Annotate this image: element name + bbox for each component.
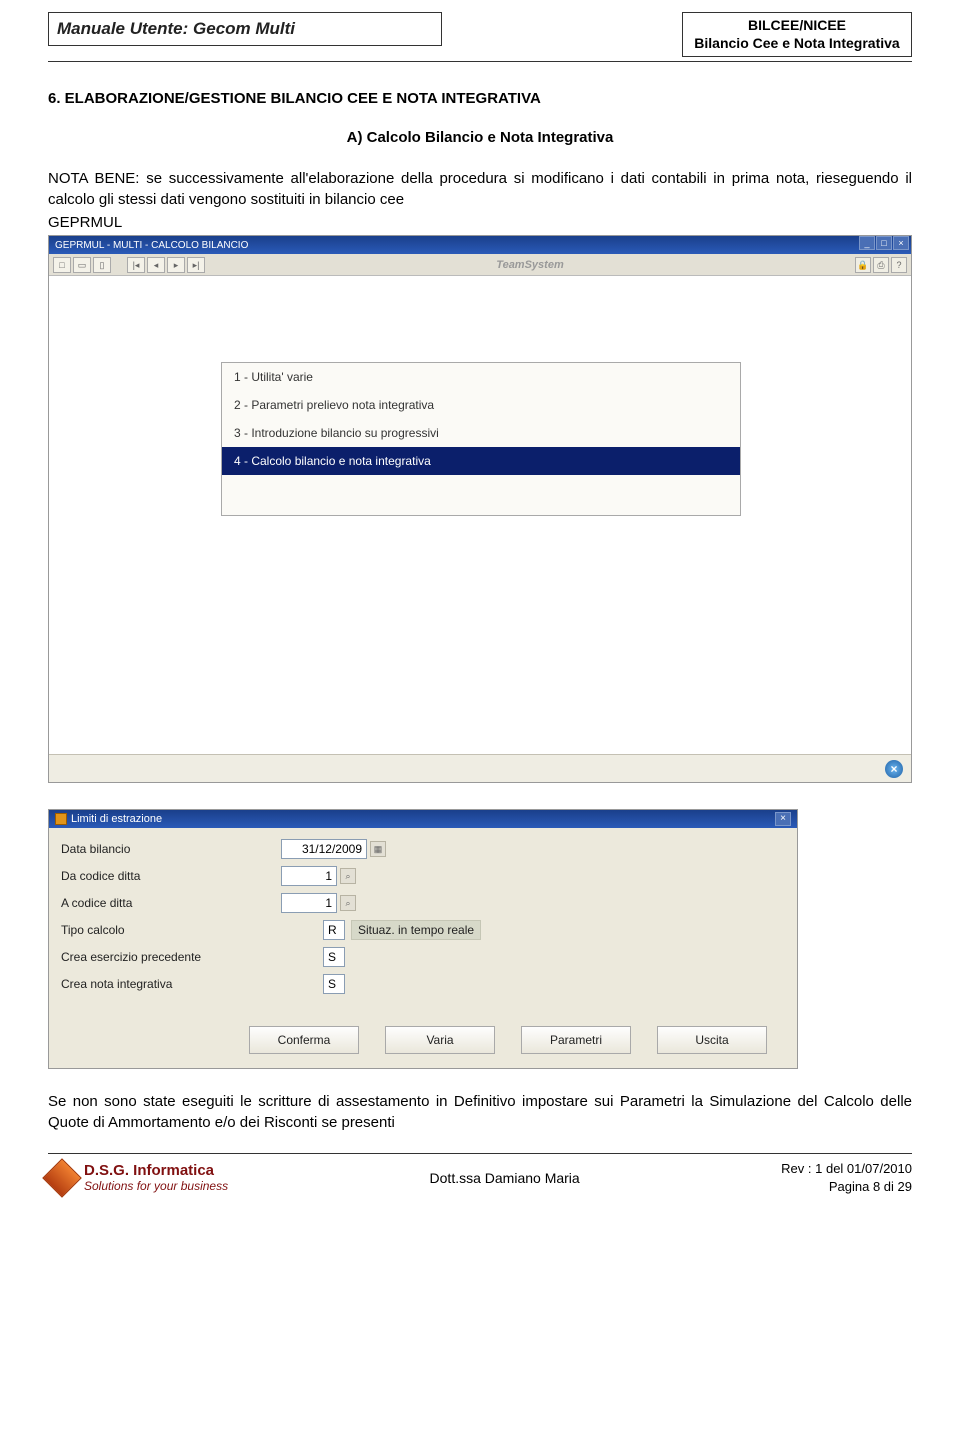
note-paragraph: NOTA BENE: se successivamente all'elabor… — [48, 168, 912, 210]
header-right: BILCEE/NICEE Bilancio Cee e Nota Integra… — [682, 12, 912, 57]
logo-text-sub: Solutions for your business — [84, 1180, 228, 1193]
page-footer: D.S.G. Informatica Solutions for your bu… — [0, 1160, 960, 1206]
dialog-titlebar: Limiti di estrazione × — [49, 810, 797, 828]
window-titlebar: GEPRMUL - MULTI - CALCOLO BILANCIO _ □ × — [49, 236, 911, 254]
hdr-desc: Bilancio Cee e Nota Integrativa — [689, 35, 905, 53]
header-left: Manuale Utente: Gecom Multi — [48, 12, 442, 46]
logo-text-main: D.S.G. Informatica — [84, 1163, 228, 1180]
to-code-label: A codice ditta — [61, 896, 281, 910]
dialog-title: Limiti di estrazione — [71, 813, 162, 825]
uscita-button[interactable]: Uscita — [657, 1026, 767, 1054]
from-code-label: Da codice ditta — [61, 869, 281, 883]
menu-spacer — [222, 475, 740, 515]
nav-first-icon[interactable]: |◂ — [127, 257, 145, 273]
manual-title: Manuale Utente: Gecom Multi — [57, 19, 295, 38]
menu-item-2[interactable]: 2 - Parametri prelievo nota integrativa — [222, 391, 740, 419]
nav-open-icon[interactable]: ▭ — [73, 257, 91, 273]
nav-new-icon[interactable]: □ — [53, 257, 71, 273]
menu-item-4[interactable]: 4 - Calcolo bilancio e nota integrativa — [222, 447, 740, 475]
menu-panel: 1 - Utilita' varie 2 - Parametri preliev… — [221, 362, 741, 516]
calc-type-input[interactable] — [323, 920, 345, 940]
date-label: Data bilancio — [61, 842, 281, 856]
toolbar-right-icons: 🔒 ⎙ ? — [855, 257, 907, 273]
close-icon[interactable]: × — [893, 236, 909, 250]
footer-author: Dott.ssa Damiano Maria — [228, 1170, 781, 1186]
nav-buttons: □ ▭ ▯ |◂ ◂ ▸ ▸| — [53, 257, 205, 273]
screenshot-main-menu: GEPRMUL - MULTI - CALCOLO BILANCIO _ □ ×… — [48, 235, 912, 783]
prev-year-input[interactable] — [323, 947, 345, 967]
date-input[interactable] — [281, 839, 367, 859]
print-icon[interactable]: ⎙ — [873, 257, 889, 273]
toolbar: □ ▭ ▯ |◂ ◂ ▸ ▸| TeamSystem 🔒 ⎙ ? — [49, 254, 911, 276]
nav-prev-icon[interactable]: ◂ — [147, 257, 165, 273]
varia-button[interactable]: Varia — [385, 1026, 495, 1054]
calendar-icon[interactable]: ▦ — [370, 841, 386, 857]
footer-page: Pagina 8 di 29 — [781, 1178, 912, 1196]
from-code-input[interactable] — [281, 866, 337, 886]
nav-folder-icon[interactable]: ▯ — [93, 257, 111, 273]
lock-icon[interactable]: 🔒 — [855, 257, 871, 273]
company-logo: D.S.G. Informatica Solutions for your bu… — [48, 1163, 228, 1193]
logo-diamond-icon — [42, 1158, 82, 1198]
calc-type-description: Situaz. in tempo reale — [351, 920, 481, 940]
nav-next-icon[interactable]: ▸ — [167, 257, 185, 273]
status-bar: × — [49, 754, 911, 782]
window-controls: _ □ × — [859, 236, 909, 250]
section-title: 6. ELABORAZIONE/GESTIONE BILANCIO CEE E … — [48, 90, 912, 107]
footer-rule — [48, 1153, 912, 1154]
note-int-label: Crea nota integrativa — [61, 977, 281, 991]
dialog-button-bar: Conferma Varia Parametri Uscita — [49, 1008, 797, 1068]
lookup-from-icon[interactable]: ⌕ — [340, 868, 356, 884]
hdr-code: BILCEE/NICEE — [689, 17, 905, 35]
dialog-icon — [55, 813, 67, 825]
menu-item-1[interactable]: 1 - Utilita' varie — [222, 363, 740, 391]
vendor-brand: TeamSystem — [496, 259, 563, 271]
minimize-icon[interactable]: _ — [859, 236, 875, 250]
app-canvas: 1 - Utilita' varie 2 - Parametri preliev… — [49, 276, 911, 754]
confirm-button[interactable]: Conferma — [249, 1026, 359, 1054]
note-int-input[interactable] — [323, 974, 345, 994]
menu-item-3[interactable]: 3 - Introduzione bilancio su progressivi — [222, 419, 740, 447]
lookup-to-icon[interactable]: ⌕ — [340, 895, 356, 911]
dialog-close-icon[interactable]: × — [775, 812, 791, 826]
footnote-paragraph: Se non sono state eseguiti le scritture … — [48, 1091, 912, 1133]
header-rule — [48, 61, 912, 62]
footer-rev: Rev : 1 del 01/07/2010 — [781, 1160, 912, 1178]
maximize-icon[interactable]: □ — [876, 236, 892, 250]
close-circle-icon[interactable]: × — [885, 760, 903, 778]
nav-last-icon[interactable]: ▸| — [187, 257, 205, 273]
to-code-input[interactable] — [281, 893, 337, 913]
calc-type-label: Tipo calcolo — [61, 923, 281, 937]
help-icon[interactable]: ? — [891, 257, 907, 273]
window-title: GEPRMUL - MULTI - CALCOLO BILANCIO — [55, 240, 248, 251]
subsection-title: A) Calcolo Bilancio e Nota Integrativa — [0, 129, 960, 146]
footer-right: Rev : 1 del 01/07/2010 Pagina 8 di 29 — [781, 1160, 912, 1196]
code-label: GEPRMUL — [48, 214, 912, 231]
screenshot-limits-dialog: Limiti di estrazione × Data bilancio ▦ D… — [48, 809, 798, 1069]
dialog-form: Data bilancio ▦ Da codice ditta ⌕ A codi… — [49, 828, 797, 1008]
parametri-button[interactable]: Parametri — [521, 1026, 631, 1054]
prev-year-label: Crea esercizio precedente — [61, 950, 281, 964]
